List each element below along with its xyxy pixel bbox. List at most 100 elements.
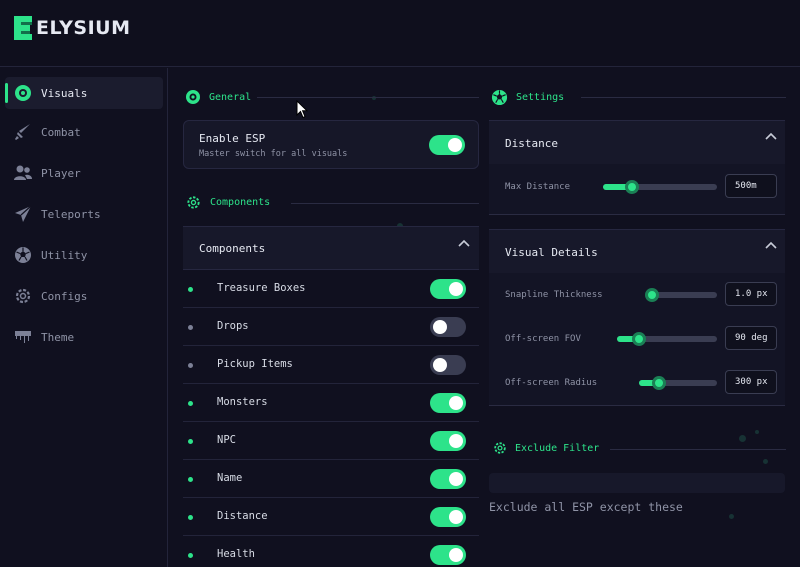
component-row: Monsters	[183, 384, 479, 422]
section-divider	[581, 97, 786, 98]
paint-drip-icon	[13, 327, 33, 347]
name-toggle[interactable]	[430, 469, 466, 489]
component-label: Health	[217, 548, 255, 560]
max-distance-value[interactable]: 500m	[725, 174, 777, 198]
main-content: General Enable ESP Master switch for all…	[169, 68, 800, 567]
offscreen-fov-label: Off-screen FOV	[505, 334, 581, 344]
component-row: Treasure Boxes	[183, 270, 479, 308]
snapline-thickness-value[interactable]: 1.0 px	[725, 282, 777, 306]
users-icon	[13, 163, 33, 183]
paper-plane-icon	[13, 204, 33, 224]
app-name: ELYSIUM	[36, 17, 131, 39]
eye-ring-icon	[13, 83, 33, 103]
distance-panel-title: Distance	[505, 137, 558, 150]
snapline-thickness-slider[interactable]	[644, 288, 717, 302]
background-particle	[729, 514, 734, 519]
sidebar: Visuals Combat Player Teleports Utility …	[0, 68, 168, 567]
sidebar-item-teleports[interactable]: Teleports	[5, 198, 163, 230]
logo-icon	[14, 16, 32, 40]
sidebar-item-theme[interactable]: Theme	[5, 321, 163, 353]
max-distance-slider[interactable]	[603, 180, 717, 194]
component-label: Treasure Boxes	[217, 282, 306, 294]
sidebar-item-label: Visuals	[41, 86, 88, 100]
section-divider	[291, 203, 479, 204]
max-distance-label: Max Distance	[505, 182, 571, 192]
component-label: Drops	[217, 320, 249, 332]
section-divider	[610, 449, 786, 450]
chevron-up-icon[interactable]	[765, 241, 777, 249]
component-row: Health	[183, 536, 479, 567]
sidebar-item-label: Combat	[41, 125, 81, 139]
sidebar-item-label: Player	[41, 166, 81, 180]
active-indicator	[5, 83, 8, 103]
background-particle	[763, 459, 768, 464]
component-label: Distance	[217, 510, 268, 522]
component-row: Distance	[183, 498, 479, 536]
slider-thumb[interactable]	[652, 376, 667, 390]
offscreen-fov-value[interactable]: 90 deg	[725, 326, 777, 350]
component-label: Monsters	[217, 396, 268, 408]
soccer-ball-icon	[13, 245, 33, 265]
distance-panel-body: Max Distance 500m	[489, 164, 785, 215]
status-dot	[188, 287, 193, 292]
status-dot	[188, 477, 193, 482]
offscreen-radius-slider[interactable]	[639, 376, 717, 390]
pickup-items-toggle[interactable]	[430, 355, 466, 375]
slider-thumb[interactable]	[632, 332, 646, 346]
gear-icon	[494, 442, 506, 454]
sidebar-item-utility[interactable]: Utility	[5, 239, 163, 271]
sidebar-item-label: Teleports	[41, 207, 101, 221]
treasure-boxes-toggle[interactable]	[430, 279, 466, 299]
offscreen-radius-value[interactable]: 300 px	[725, 370, 777, 394]
distance-toggle[interactable]	[430, 507, 466, 527]
distance-panel-header[interactable]: Distance	[489, 120, 785, 164]
components-panel-title: Components	[199, 242, 266, 255]
component-row: Name	[183, 460, 479, 498]
sidebar-item-label: Theme	[41, 330, 75, 344]
snapline-thickness-label: Snapline Thickness	[505, 290, 603, 300]
status-dot	[188, 439, 193, 444]
component-row: Drops	[183, 308, 479, 346]
mouse-cursor-icon	[296, 100, 308, 119]
visual-details-panel-body: Snapline Thickness 1.0 px Off-screen FOV…	[489, 273, 785, 406]
enable-esp-card: Enable ESP Master switch for all visuals	[183, 120, 479, 169]
component-label: Name	[217, 472, 243, 484]
visual-details-panel-header[interactable]: Visual Details	[489, 229, 785, 273]
component-label: NPC	[217, 434, 236, 446]
components-panel-header[interactable]: Components	[183, 226, 479, 270]
offscreen-fov-slider[interactable]	[617, 332, 717, 346]
app-header: ELYSIUM	[0, 0, 800, 67]
enable-esp-label: Enable ESP	[199, 132, 266, 145]
section-divider	[257, 97, 479, 98]
sword-icon	[13, 122, 33, 142]
npc-toggle[interactable]	[430, 431, 466, 451]
status-dot	[188, 363, 193, 368]
component-label: Pickup Items	[217, 358, 293, 370]
visual-details-panel-title: Visual Details	[505, 246, 598, 259]
slider-thumb[interactable]	[644, 288, 659, 302]
health-toggle[interactable]	[430, 545, 466, 565]
exclude-filter-hint: Exclude all ESP except these	[489, 500, 683, 514]
status-dot	[188, 325, 193, 330]
chevron-up-icon[interactable]	[458, 239, 470, 247]
sidebar-item-combat[interactable]: Combat	[5, 116, 163, 148]
status-dot	[188, 553, 193, 558]
drops-toggle[interactable]	[430, 317, 466, 337]
status-dot	[188, 401, 193, 406]
gear-icon	[13, 286, 33, 306]
settings-section-title: Settings	[491, 89, 564, 106]
sidebar-item-player[interactable]: Player	[5, 157, 163, 189]
eye-ring-icon	[186, 90, 200, 104]
enable-esp-toggle[interactable]	[429, 135, 465, 155]
chevron-up-icon[interactable]	[765, 132, 777, 140]
soccer-ball-icon	[491, 89, 508, 106]
sidebar-item-visuals[interactable]: Visuals	[5, 77, 163, 109]
sidebar-item-configs[interactable]: Configs	[5, 280, 163, 312]
background-particle	[755, 430, 759, 434]
monsters-toggle[interactable]	[430, 393, 466, 413]
exclude-filter-bar[interactable]	[489, 473, 785, 493]
general-section-title: General	[185, 89, 251, 105]
component-row: NPC	[183, 422, 479, 460]
offscreen-radius-label: Off-screen Radius	[505, 378, 598, 388]
slider-thumb[interactable]	[624, 180, 639, 194]
